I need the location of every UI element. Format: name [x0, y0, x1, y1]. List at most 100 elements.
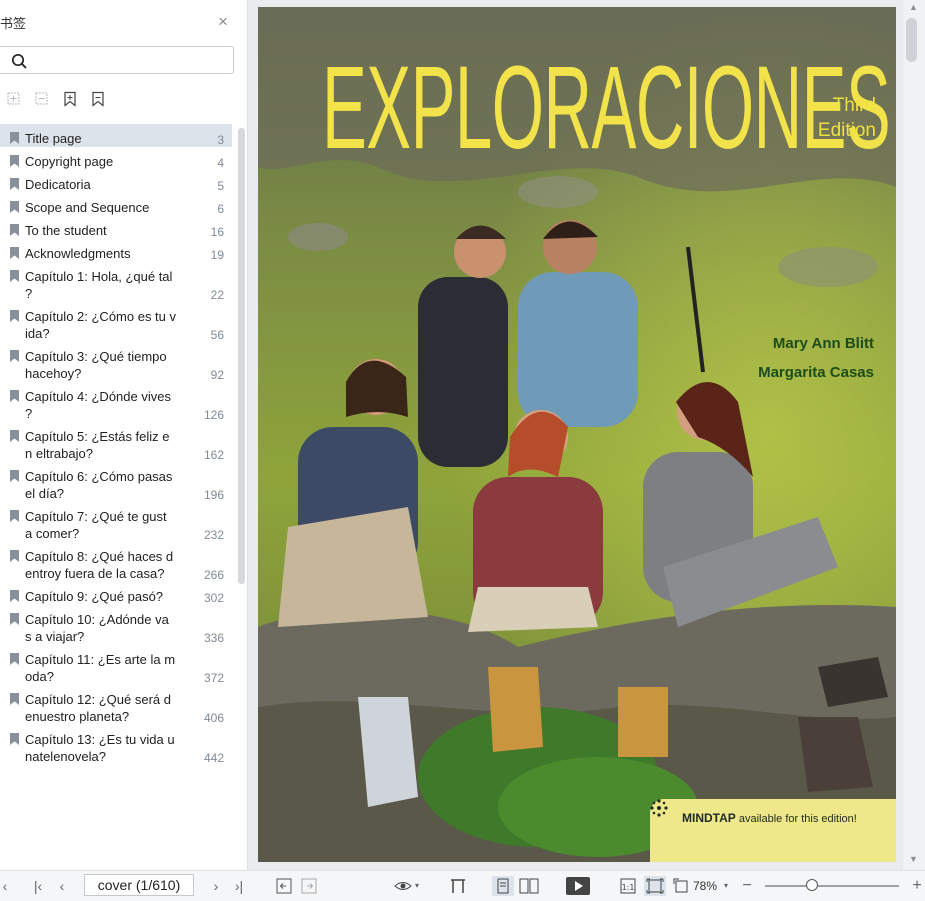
bookmark-item[interactable]: Capítulo 4: ¿Dónde vives ? 126: [0, 382, 232, 422]
bookmark-icon: [10, 270, 19, 282]
bookmark-label: Copyright page: [25, 154, 114, 169]
bookmark-icon: [10, 653, 19, 665]
close-icon[interactable]: ×: [216, 10, 230, 34]
bookmark-icon: [10, 390, 19, 402]
edition-line-2: Edition: [817, 120, 876, 141]
bookmark-label: Capítulo 8: ¿Qué haces d entroy fuera de…: [25, 549, 174, 581]
bookmark-icon: [10, 155, 19, 167]
zoom-level[interactable]: 78%: [693, 877, 717, 895]
bookmark-item[interactable]: Capítulo 12: ¿Qué será d enuestro planet…: [0, 685, 232, 725]
bookmark-item[interactable]: Capítulo 8: ¿Qué haces d entroy fuera de…: [0, 542, 232, 582]
bookmark-item[interactable]: Title page 3: [0, 124, 232, 147]
bookmark-label: Capítulo 12: ¿Qué será d enuestro planet…: [25, 692, 171, 724]
double-page-icon[interactable]: [519, 878, 539, 894]
prev-edge-icon[interactable]: ‹: [0, 877, 10, 895]
scrollbar-thumb[interactable]: [906, 18, 917, 62]
bookmark-label: Capítulo 13: ¿Es tu vida u natelenovela?: [25, 732, 175, 764]
bookmark-icon: [10, 247, 19, 259]
bookmark-icon: [10, 613, 19, 625]
bookmark-icon: [10, 470, 19, 482]
search-icon: [11, 53, 27, 69]
bookmark-item[interactable]: Capítulo 6: ¿Cómo pasas el día? 196: [0, 462, 232, 502]
bookmark-item[interactable]: Capítulo 5: ¿Estás feliz e n eltrabajo? 1…: [0, 422, 232, 462]
chevron-down-icon[interactable]: ▾: [413, 877, 421, 895]
bookmark-sidebar: 书签 × Title page 3 Copyright page 4 Dedicator…: [0, 0, 248, 870]
expand-bookmarks-icon[interactable]: [62, 91, 78, 107]
svg-text:1:1: 1:1: [622, 883, 635, 892]
scroll-up-icon[interactable]: ▲: [909, 2, 918, 12]
bookmark-icon: [10, 550, 19, 562]
bookmark-label: Capítulo 7: ¿Qué te gust a comer?: [25, 509, 167, 541]
bookmark-item[interactable]: Capítulo 2: ¿Cómo es tu vida? 56: [0, 302, 232, 342]
bookmark-label: Capítulo 2: ¿Cómo es tu vida?: [25, 309, 177, 341]
bookmark-icon: [10, 693, 19, 705]
scroll-down-icon[interactable]: ▼: [909, 854, 918, 864]
zoom-slider[interactable]: [765, 885, 899, 887]
bookmark-label: Capítulo 4: ¿Dónde vives ?: [25, 389, 171, 421]
back-view-icon[interactable]: [276, 878, 292, 894]
bookmark-item[interactable]: Copyright page 4: [0, 147, 232, 170]
bookmark-label: To the student: [25, 223, 107, 238]
author-name: Mary Ann Blitt: [772, 335, 874, 352]
zoom-out-icon[interactable]: −: [741, 877, 753, 895]
vertical-scrollbar[interactable]: ▲ ▼: [903, 0, 925, 870]
bookmark-icon: [10, 178, 19, 190]
fit-page-icon[interactable]: [644, 876, 666, 896]
search-box[interactable]: [0, 46, 234, 74]
author-name: Margarita Casas: [758, 364, 874, 381]
bookmark-item[interactable]: Acknowledgments 19: [0, 239, 232, 262]
bookmark-icon: [10, 350, 19, 362]
status-bar: ‹ |‹ ‹ cover (1/610) › ›| ▾ 1:1 78% ▾ − …: [0, 870, 925, 901]
fit-width-icon[interactable]: [450, 878, 466, 894]
last-page-icon[interactable]: ›|: [230, 877, 248, 895]
mindtap-brand: MINDTAP: [682, 811, 736, 825]
bookmark-item[interactable]: Dedicatoria 5: [0, 170, 232, 193]
rotate-icon[interactable]: [673, 878, 689, 894]
first-page-icon[interactable]: |‹: [30, 877, 46, 895]
edition-label: Third Edition: [806, 93, 876, 143]
bookmark-item[interactable]: Capítulo 3: ¿Qué tiempo hacehoy? 92: [0, 342, 232, 382]
bookmark-label: Capítulo 1: Hola, ¿qué tal ?: [25, 269, 173, 301]
bookmark-item[interactable]: Capítulo 9: ¿Qué pasó? 302: [0, 582, 232, 605]
sidebar-title: 书签: [0, 16, 27, 31]
bookmark-icon: [10, 590, 19, 602]
previous-page-icon[interactable]: ‹: [54, 877, 70, 895]
bookmark-item[interactable]: Capítulo 11: ¿Es arte la moda? 372: [0, 645, 232, 685]
next-page-icon[interactable]: ›: [208, 877, 224, 895]
bookmark-label: Dedicatoria: [25, 177, 91, 192]
bookmark-icon: [10, 430, 19, 442]
remove-bookmark-icon[interactable]: [34, 91, 50, 107]
bookmark-item[interactable]: To the student 16: [0, 216, 232, 239]
zoom-slider-handle[interactable]: [805, 879, 818, 891]
bookmark-label: Capítulo 11: ¿Es arte la moda?: [25, 652, 176, 684]
chevron-down-icon[interactable]: ▾: [722, 877, 730, 895]
document-page: EXPLORACIONES Third Edition Mary Ann Bli…: [258, 7, 896, 862]
bookmark-icon: [10, 224, 19, 236]
zoom-in-icon[interactable]: +: [911, 877, 923, 895]
bookmark-icon: [10, 310, 19, 322]
bookmark-icon: [10, 733, 19, 745]
bookmark-label: Acknowledgments: [25, 246, 131, 261]
bookmark-item[interactable]: Capítulo 1: Hola, ¿qué tal ? 22: [0, 262, 232, 302]
actual-size-icon[interactable]: 1:1: [620, 878, 636, 894]
bookmark-item[interactable]: Capítulo 13: ¿Es tu vida u natelenovela?…: [0, 725, 232, 765]
bookmark-item[interactable]: Scope and Sequence 6: [0, 193, 232, 216]
slideshow-icon[interactable]: [566, 877, 590, 895]
bookmark-item[interactable]: Capítulo 7: ¿Qué te gust a comer? 232: [0, 502, 232, 542]
book-title: EXPLORACIONES: [322, 42, 891, 174]
mindtap-banner: MINDTAP available for this edition!: [650, 799, 896, 862]
mindtap-logo-icon: [650, 799, 668, 817]
read-mode-icon[interactable]: [394, 878, 412, 894]
bookmark-icon: [10, 201, 19, 213]
search-input[interactable]: [30, 50, 232, 72]
bookmark-label: Capítulo 9: ¿Qué pasó?: [25, 589, 164, 604]
mindtap-caption: available for this edition!: [735, 813, 857, 825]
collapse-bookmarks-icon[interactable]: [90, 91, 106, 107]
mindtap-text: MINDTAP available for this edition!: [682, 811, 857, 825]
single-page-icon[interactable]: [492, 876, 514, 896]
page-number-field[interactable]: cover (1/610): [84, 874, 194, 896]
forward-view-icon[interactable]: [301, 878, 317, 894]
sidebar-scrollbar[interactable]: [238, 128, 245, 584]
add-bookmark-icon[interactable]: [6, 91, 22, 107]
bookmark-item[interactable]: Capítulo 10: ¿Adónde va s a viajar? 336: [0, 605, 232, 645]
